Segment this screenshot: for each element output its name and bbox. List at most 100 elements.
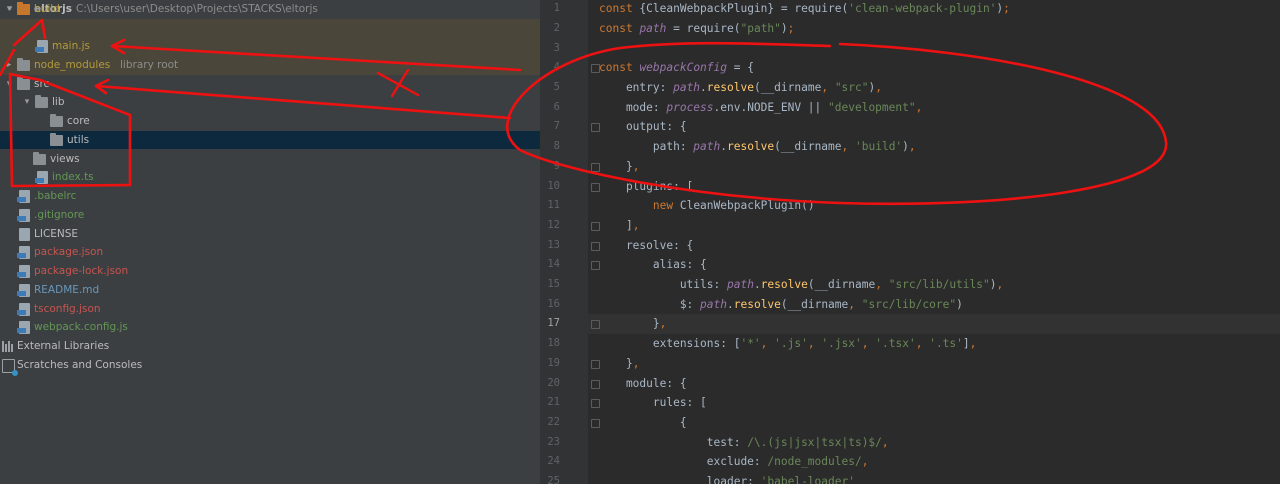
file-icon [17,190,30,204]
code-line[interactable]: alias: { [599,255,707,275]
folder-icon [17,58,30,72]
tree-item-external-libraries[interactable]: External Libraries [0,337,540,356]
line-number: 18 [547,337,560,350]
line-number: 1 [553,2,560,15]
line-number: 21 [547,396,560,409]
code-line[interactable]: ], [599,216,640,236]
tree-item-views-folder[interactable]: views [0,150,540,169]
file-icon [35,40,48,54]
fold-marker-icon[interactable] [591,221,600,231]
code-line[interactable]: }, [599,354,640,374]
tree-item-gitignore-file[interactable]: .gitignore [0,206,540,225]
chevron-down-icon[interactable]: ▾ [21,93,33,112]
code-line[interactable]: test: /\.(js|jsx|tsx|ts)$/, [599,433,889,453]
code-line[interactable]: { [599,413,687,433]
fold-marker-icon[interactable] [591,399,600,409]
folder-icon [17,1,30,15]
tree-item-label: package.json [34,246,104,259]
tree-item-license-file[interactable]: LICENSE [0,225,540,244]
tree-item-label: Scratches and Consoles [17,358,143,371]
code-line[interactable]: plugins: [ [599,177,693,197]
tree-item-main-js-file[interactable]: main.js [0,37,540,56]
code-line[interactable]: exclude: /node_modules/, [599,452,869,472]
tree-item-readme-file[interactable]: README.md [0,281,540,300]
library-root-hint: library root [120,59,179,72]
tree-item-webpack-config-file[interactable]: webpack.config.js [0,318,540,337]
fold-marker-icon[interactable] [591,379,600,389]
line-number: 9 [553,159,560,172]
line-number: 5 [553,81,560,93]
code-line[interactable]: }, [599,157,640,177]
line-number: 3 [553,41,560,54]
tree-item-build-folder[interactable]: ▾ build [0,0,540,18]
code-line[interactable]: output: { [599,117,687,137]
folder-icon [17,76,30,90]
code-line[interactable]: entry: path.resolve(__dirname, "src"), [599,78,882,98]
file-icon [17,321,30,335]
code-line[interactable]: }, [599,314,667,334]
tree-item-label: LICENSE [34,227,79,240]
fold-marker-icon[interactable] [591,162,600,172]
tree-item-utils-folder[interactable]: utils [0,130,540,150]
file-icon [35,171,48,185]
code-line[interactable]: mode: process.env.NODE_ENV || "developme… [599,98,922,118]
tree-item-node-modules-folder[interactable]: ▸ node_modules library root [0,56,540,75]
current-line-highlight [588,314,1280,335]
file-icon [17,265,30,279]
code-line[interactable]: module: { [599,374,687,394]
line-number: 11 [547,199,560,212]
code-line[interactable]: path: path.resolve(__dirname, 'build'), [599,137,916,157]
folder-icon [35,95,48,109]
fold-marker-icon[interactable] [591,241,600,251]
tree-item-src-folder[interactable]: ▾ src [0,75,540,94]
tree-item-label: External Libraries [17,340,110,353]
line-number: 17 [547,317,560,330]
tree-item-label: src [34,77,50,90]
tree-item-index-ts-file[interactable]: index.ts [0,168,540,187]
line-number: 7 [553,120,560,133]
tree-item-package-lock-json-file[interactable]: package-lock.json [0,262,540,281]
code-line[interactable]: resolve: { [599,236,693,256]
chevron-down-icon[interactable]: ▾ [3,75,15,94]
file-icon [17,283,30,297]
line-number: 22 [547,415,560,428]
tree-item-label: README.md [34,283,100,296]
tree-item-tsconfig-json-file[interactable]: tsconfig.json [0,300,540,319]
fold-marker-icon[interactable] [591,320,600,330]
tree-item-core-folder[interactable]: core [0,112,540,131]
tree-item-label: tsconfig.json [34,302,101,315]
fold-marker-icon[interactable] [591,182,600,192]
chevron-down-icon[interactable]: ▾ [3,0,15,19]
scratches-icon [2,358,18,376]
code-line[interactable]: const path = require("path"); [599,19,794,39]
line-number: 24 [547,455,560,468]
tree-item-label: lib [52,96,65,109]
code-line[interactable]: utils: path.resolve(__dirname, "src/lib/… [599,275,1003,295]
code-line[interactable]: extensions: ['*', '.js', '.jsx', '.tsx',… [599,334,977,354]
tree-item-label: core [67,115,90,128]
code-line[interactable]: $: path.resolve(__dirname, "src/lib/core… [599,295,963,315]
fold-marker-icon[interactable] [591,123,600,133]
tree-item-scratches-and-consoles[interactable]: Scratches and Consoles [0,356,540,376]
code-line[interactable]: loader: 'babel-loader' [599,472,855,484]
project-panel: ▾ eltorjs C:\Users\user\Desktop\Projects\S… [0,0,540,484]
tree-item-lib-folder[interactable]: ▾ lib [0,93,540,112]
line-number: 8 [553,140,560,153]
fold-marker-icon[interactable] [591,261,600,271]
fold-marker-icon[interactable] [591,418,600,428]
code-line[interactable]: new CleanWebpackPlugin() [599,196,815,216]
tree-item-label: main.js [52,40,90,53]
line-number: 4 [553,61,560,74]
tree-item-package-json-file[interactable]: package.json [0,243,540,262]
code-line[interactable]: const {CleanWebpackPlugin} = require('cl… [599,0,1010,19]
fold-marker-icon[interactable] [591,359,600,369]
chevron-right-icon[interactable]: ▸ [3,56,15,75]
code-editor[interactable]: 1 2 3 4 5 6 7 8 9 10 11 12 13 14 15 16 17 18 19 20 21 22 23 24 2… [540,0,1280,484]
tree-item-babelrc-file[interactable]: .babelrc [0,187,540,206]
file-icon [19,227,30,241]
code-line[interactable]: const webpackConfig = { [599,58,754,78]
code-line[interactable]: rules: [ [599,393,707,413]
line-number: 16 [547,297,560,310]
folder-icon [50,132,63,146]
fold-marker-icon[interactable] [591,64,600,74]
